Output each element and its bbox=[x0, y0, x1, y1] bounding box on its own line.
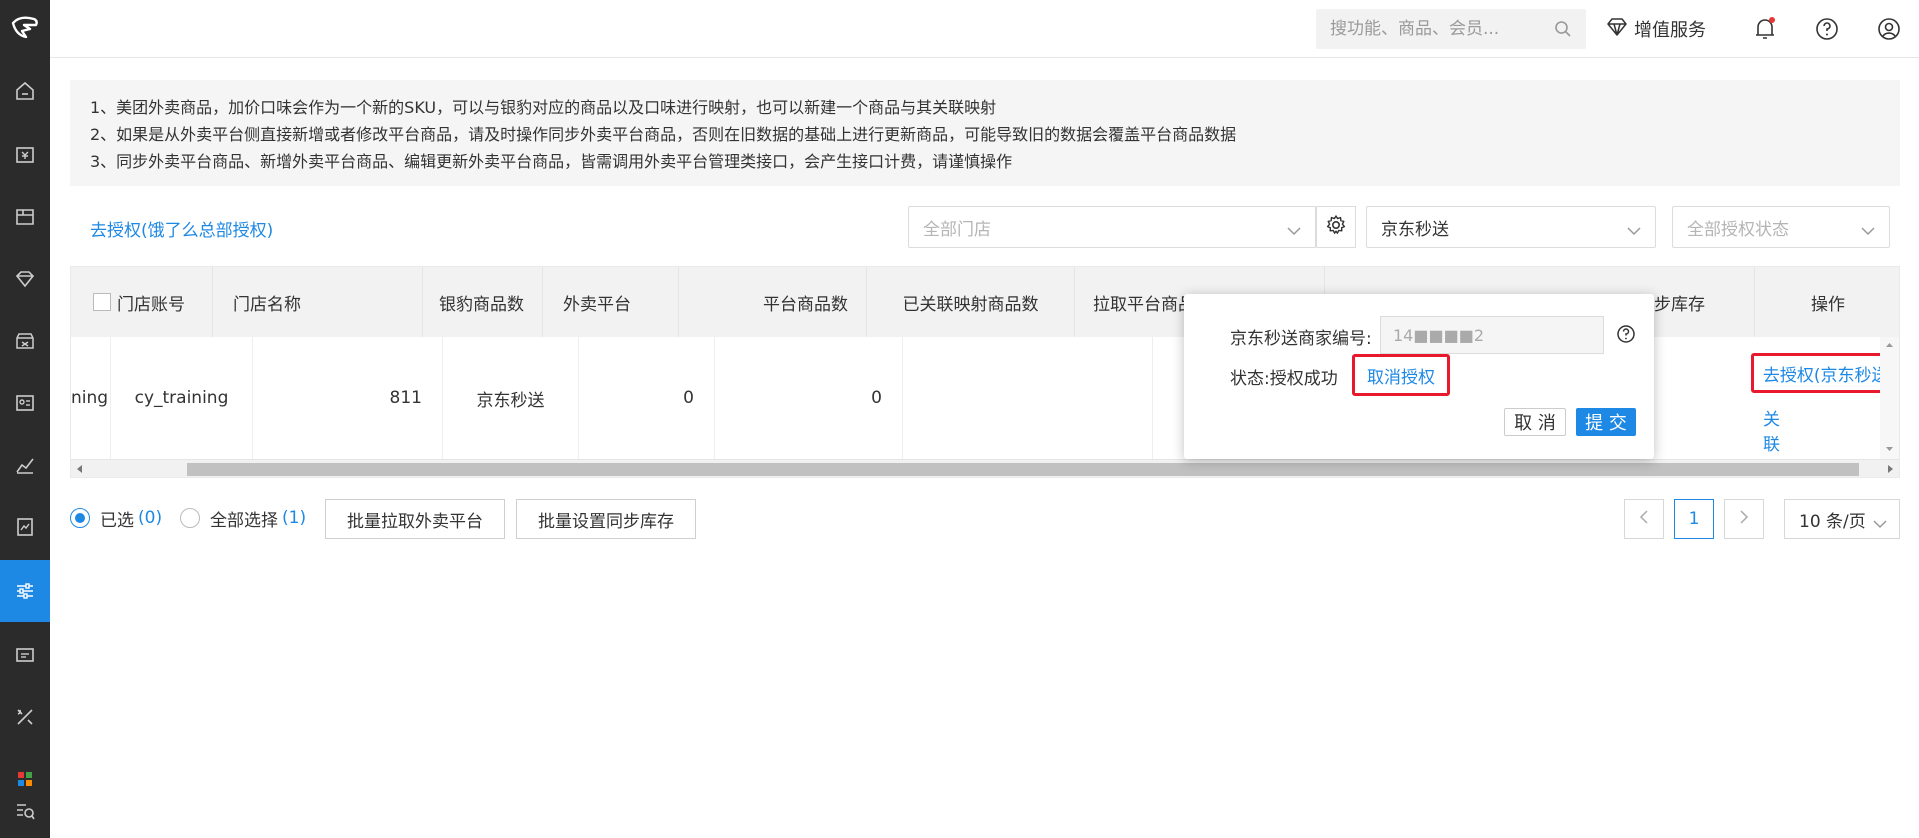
store-select-value: 全部门店 bbox=[923, 219, 991, 240]
notice-line-3: 3、同步外卖平台商品、新增外卖平台商品、编辑更新外卖平台商品，皆需调用外卖平台管… bbox=[90, 152, 1013, 171]
chevron-down-icon bbox=[1627, 221, 1641, 241]
store-icon[interactable] bbox=[0, 310, 50, 372]
select-all-count: (1) bbox=[282, 508, 307, 528]
cashier-icon[interactable] bbox=[0, 124, 50, 186]
page-size-select[interactable]: 10 条/页 bbox=[1784, 499, 1900, 539]
header-platform: 外卖平台 bbox=[543, 267, 679, 337]
table-vertical-scrollbar[interactable] bbox=[1880, 337, 1899, 459]
prev-page-button[interactable] bbox=[1624, 499, 1664, 539]
table-horizontal-scrollbar[interactable] bbox=[71, 459, 1899, 477]
scrollbar-thumb[interactable] bbox=[187, 463, 1859, 476]
settings-button[interactable] bbox=[1316, 206, 1356, 248]
user-avatar-icon[interactable] bbox=[1874, 14, 1904, 44]
auth-jd-link-box: 去授权(京东秒送授权) bbox=[1751, 353, 1899, 393]
cell-yinbao-count: 811 bbox=[253, 337, 443, 459]
hq-auth-link[interactable]: 去授权(饿了么总部授权) bbox=[90, 216, 273, 241]
notice-panel: 1、美团外卖商品，加价口味会作为一个新的SKU，可以与银豹对应的商品以及口味进行… bbox=[70, 80, 1900, 186]
revoke-auth-link[interactable]: 取消授权 bbox=[1367, 363, 1435, 388]
select-all-radio[interactable] bbox=[180, 508, 200, 528]
page-size-value: 10 条/页 bbox=[1799, 511, 1866, 532]
auth-status-select[interactable]: 全部授权状态 bbox=[1672, 206, 1890, 248]
chevron-down-icon bbox=[1873, 514, 1887, 534]
platform-select-value: 京东秒送 bbox=[1381, 219, 1449, 240]
tools-icon[interactable] bbox=[0, 686, 50, 748]
search-input[interactable] bbox=[1316, 9, 1546, 49]
cancel-button[interactable]: 取 消 bbox=[1504, 408, 1566, 436]
notice-line-2: 2、如果是从外卖平台侧直接新增或者修改平台商品，请及时操作同步外卖平台商品，否则… bbox=[90, 125, 1237, 144]
chevron-right-icon bbox=[1739, 509, 1749, 529]
header-action: 操作 bbox=[1811, 294, 1845, 315]
sidebar bbox=[0, 0, 50, 838]
merchant-id-label: 京东秒送商家编号: bbox=[1230, 329, 1372, 349]
notice-line-1: 1、美团外卖商品，加价口味会作为一个新的SKU，可以与银豹对应的商品以及口味进行… bbox=[90, 98, 997, 117]
selected-count: (0) bbox=[138, 508, 163, 528]
search-icon[interactable] bbox=[1554, 20, 1572, 42]
select-all-radio-group[interactable]: 全部选择 (1) bbox=[180, 497, 306, 539]
staff-card-icon[interactable] bbox=[0, 372, 50, 434]
logo-icon[interactable] bbox=[0, 0, 50, 56]
auth-status-select-value: 全部授权状态 bbox=[1687, 219, 1789, 240]
menu-search-icon[interactable] bbox=[0, 788, 50, 834]
value-added-service-label: 增值服务 bbox=[1634, 20, 1706, 41]
cell-store-name: cy_training bbox=[111, 337, 253, 459]
selected-radio[interactable] bbox=[70, 508, 90, 528]
store-select[interactable]: 全部门店 bbox=[908, 206, 1316, 248]
selected-label: 已选 bbox=[100, 510, 134, 531]
coupon-icon[interactable] bbox=[0, 624, 50, 686]
header-mapped-count: 已关联映射商品数 bbox=[867, 267, 1075, 337]
batch-pull-button[interactable]: 批量拉取外卖平台 bbox=[325, 499, 505, 539]
auth-popover: 京东秒送商家编号: 状态:授权成功 取消授权 取 消 提 交 bbox=[1184, 294, 1654, 459]
select-all-label: 全部选择 bbox=[210, 510, 278, 531]
next-page-button[interactable] bbox=[1724, 499, 1764, 539]
auth-status-text: 状态:授权成功 bbox=[1230, 369, 1338, 389]
cell-platform-count: 0 bbox=[579, 337, 715, 459]
merchant-id-field[interactable] bbox=[1380, 316, 1604, 354]
submit-button[interactable]: 提 交 bbox=[1576, 408, 1636, 436]
cell-account: ning bbox=[71, 337, 111, 459]
gear-icon bbox=[1325, 214, 1347, 240]
platform-select[interactable]: 京东秒送 bbox=[1366, 206, 1656, 248]
chevron-down-icon bbox=[1861, 221, 1875, 241]
bell-icon[interactable] bbox=[1750, 14, 1780, 44]
diamond-icon bbox=[1606, 17, 1628, 42]
chevron-down-icon bbox=[1287, 221, 1301, 241]
cell-platform: 京东秒送 bbox=[443, 337, 579, 459]
batch-stock-button[interactable]: 批量设置同步库存 bbox=[516, 499, 696, 539]
home-icon[interactable] bbox=[0, 60, 50, 122]
revoke-link-box: 取消授权 bbox=[1352, 354, 1450, 396]
cell-pull-time bbox=[903, 337, 1153, 459]
select-all-checkbox[interactable] bbox=[93, 293, 111, 311]
chevron-left-icon bbox=[1639, 509, 1649, 529]
selected-radio-group[interactable]: 已选 (0) bbox=[70, 497, 162, 539]
help-icon[interactable] bbox=[1616, 324, 1636, 348]
cell-mapped-count: 0 bbox=[715, 337, 903, 459]
value-added-service-button[interactable]: 增值服务 bbox=[1606, 14, 1706, 44]
header-yinbao-count: 银豹商品数 bbox=[353, 267, 543, 337]
page-number-button[interactable]: 1 bbox=[1674, 499, 1714, 539]
product-icon[interactable] bbox=[0, 186, 50, 248]
member-icon[interactable] bbox=[0, 248, 50, 310]
help-icon[interactable] bbox=[1812, 14, 1842, 44]
settings-sliders-icon[interactable] bbox=[0, 560, 50, 622]
top-bar: 增值服务 bbox=[50, 0, 1919, 58]
global-search bbox=[1316, 9, 1586, 49]
analytics-icon[interactable] bbox=[0, 434, 50, 496]
report-icon[interactable] bbox=[0, 496, 50, 558]
header-platform-count: 平台商品数 bbox=[679, 267, 867, 337]
header-account: 门店账号 bbox=[71, 267, 213, 337]
